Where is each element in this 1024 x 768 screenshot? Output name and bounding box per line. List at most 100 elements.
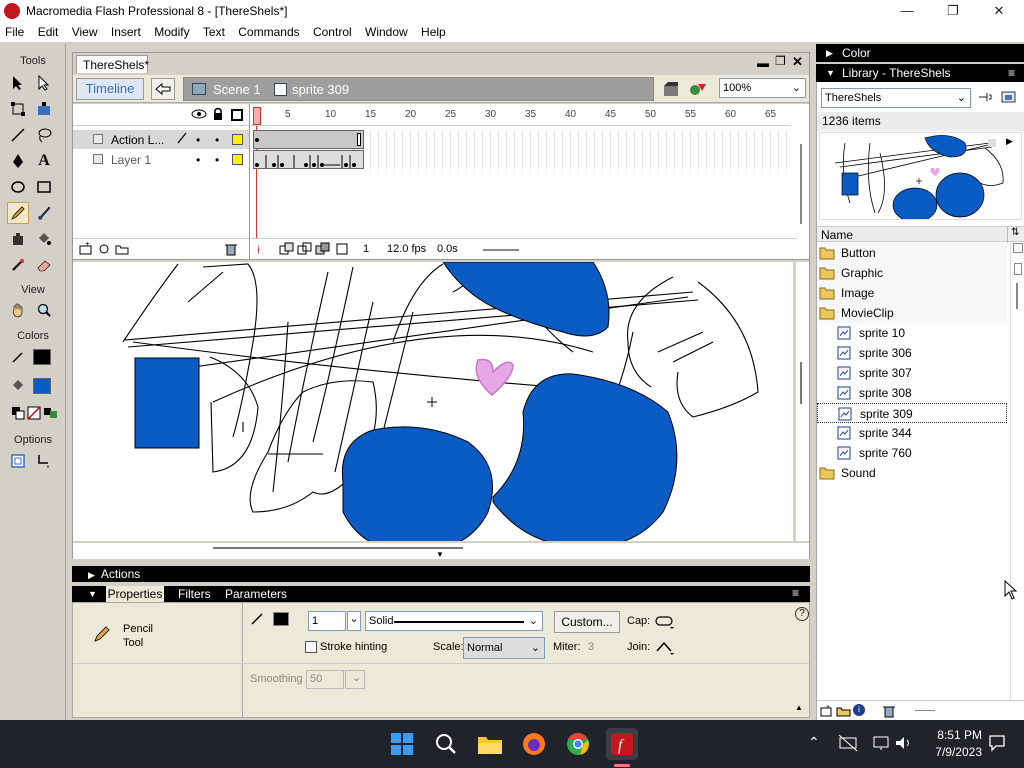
timeline-scrollbar[interactable] (797, 126, 809, 238)
zoom-select[interactable]: 100% ⌄ (719, 78, 806, 98)
chevron-down-icon[interactable]: ▼ (88, 589, 97, 599)
panel-menu-icon[interactable]: ≡ (1008, 64, 1015, 82)
ink-bottle-tool-icon[interactable] (7, 228, 29, 250)
pen-tool-icon[interactable] (7, 150, 29, 172)
library-item[interactable]: sprite 308 (817, 383, 1007, 403)
paint-bucket-tool-icon[interactable] (33, 228, 55, 250)
stroke-style-select[interactable]: Solid ⌄ (365, 611, 543, 631)
layer-outline-color[interactable] (232, 134, 243, 145)
document-tab[interactable]: ThereShels* (76, 55, 149, 73)
insert-layer-icon[interactable]: + (79, 239, 93, 259)
chevron-down-icon[interactable]: ▼ (436, 550, 444, 559)
subselect-tool-icon[interactable] (33, 72, 55, 94)
miter-value[interactable]: 3 (588, 641, 594, 653)
edit-multiple-frames-icon[interactable] (315, 242, 331, 259)
stroke-color-swatch[interactable] (33, 349, 51, 365)
doc-close-icon[interactable]: ✕ (792, 54, 803, 70)
stroke-color-button[interactable] (273, 612, 289, 626)
motion-guide-icon[interactable] (97, 242, 111, 259)
free-transform-tool-icon[interactable] (7, 98, 29, 120)
clock-time[interactable]: 8:51 PM (922, 728, 982, 742)
file-explorer-icon[interactable] (474, 728, 506, 760)
layer-visibility-dot[interactable]: • (196, 153, 200, 167)
edit-scene-icon[interactable] (661, 80, 681, 98)
stage-canvas[interactable] (73, 262, 793, 541)
trash-icon[interactable] (225, 242, 237, 259)
expand-triangle-icon[interactable]: ▲ (795, 703, 803, 712)
back-arrow-icon[interactable] (151, 78, 175, 100)
fill-transform-tool-icon[interactable] (33, 98, 55, 120)
tab-parameters[interactable]: Parameters (225, 587, 287, 601)
network-off-icon[interactable] (838, 734, 858, 755)
layer-lock-dot[interactable]: • (215, 153, 219, 167)
menu-help[interactable]: Help (416, 22, 451, 39)
chevron-up-icon[interactable]: ⌃ (808, 734, 820, 751)
scene-link[interactable]: Scene 1 (213, 82, 261, 97)
brush-tool-icon[interactable] (33, 202, 55, 224)
chrome-icon[interactable] (562, 728, 594, 760)
search-icon[interactable] (430, 728, 462, 760)
pencil-mode-icon[interactable] (33, 450, 55, 472)
symbol-link[interactable]: sprite 309 (292, 82, 349, 97)
tab-properties[interactable]: Properties (106, 586, 164, 602)
start-button-icon[interactable] (386, 728, 418, 760)
eraser-tool-icon[interactable] (33, 254, 55, 276)
layer-row[interactable]: Action L... • • (73, 130, 249, 149)
menu-control[interactable]: Control (308, 22, 357, 39)
sort-order-icon[interactable]: ⇅ (1011, 227, 1019, 238)
firefox-icon[interactable] (518, 728, 550, 760)
properties-icon[interactable]: i (853, 704, 865, 716)
insert-folder-icon[interactable] (115, 242, 129, 259)
play-preview-icon[interactable]: ▶ (1006, 136, 1013, 147)
layer-outline-color[interactable] (232, 154, 243, 165)
doc-restore-icon[interactable]: ❐ (775, 54, 786, 68)
oval-tool-icon[interactable] (7, 176, 29, 198)
new-folder-icon[interactable] (836, 704, 852, 721)
action-frames[interactable] (253, 130, 364, 149)
notifications-icon[interactable] (988, 734, 1006, 755)
library-item[interactable]: sprite 10 (817, 323, 1007, 343)
new-symbol-icon[interactable]: + (820, 704, 834, 721)
menu-text[interactable]: Text (198, 22, 230, 39)
library-document-select[interactable]: ThereShels ⌄ (821, 88, 971, 108)
minimize-button[interactable]: — (884, 0, 930, 22)
horizontal-scroll-thumb[interactable] (483, 249, 519, 251)
onion-skin-icon[interactable] (279, 242, 295, 259)
library-item[interactable]: sprite 309 (817, 403, 1007, 423)
close-button[interactable]: ✕ (976, 0, 1022, 22)
flash-taskbar-icon[interactable]: f (606, 728, 638, 760)
stage-vertical-scrollbar[interactable] (796, 262, 809, 541)
menu-insert[interactable]: Insert (106, 22, 146, 39)
tab-filters[interactable]: Filters (178, 587, 211, 601)
maximize-button[interactable]: ❐ (930, 0, 976, 22)
playhead[interactable] (253, 107, 261, 125)
library-item[interactable]: sprite 306 (817, 343, 1007, 363)
eyedropper-tool-icon[interactable] (7, 254, 29, 276)
library-scrollbar[interactable] (1010, 243, 1024, 703)
library-item[interactable]: sprite 344 (817, 423, 1007, 443)
smoothing-dropdown[interactable]: ⌄ (345, 670, 365, 689)
library-item[interactable]: sprite 760 (817, 443, 1007, 463)
menu-window[interactable]: Window (360, 22, 413, 39)
text-tool-icon[interactable]: A (33, 150, 55, 172)
join-select[interactable] (654, 639, 676, 658)
stroke-width-input[interactable]: 1 (308, 611, 346, 631)
color-panel-header[interactable]: ▶ Color (816, 44, 1024, 62)
layer-visibility-dot[interactable]: • (196, 133, 200, 147)
lock-icon[interactable] (212, 107, 224, 124)
rectangle-tool-icon[interactable] (33, 176, 55, 198)
zoom-tool-icon[interactable] (33, 299, 55, 321)
scale-select[interactable]: Normal ⌄ (463, 637, 545, 659)
center-frame-icon[interactable]: ⍿ (257, 243, 260, 258)
panel-menu-icon[interactable]: ≡ (792, 586, 799, 600)
menu-edit[interactable]: Edit (33, 22, 64, 39)
object-drawing-icon[interactable] (7, 450, 29, 472)
cap-select[interactable] (654, 613, 676, 632)
layer-row[interactable]: Layer 1 • • (73, 150, 249, 169)
line-tool-icon[interactable] (7, 124, 29, 146)
actions-panel-header[interactable]: ▶ Actions (72, 566, 810, 582)
library-item[interactable]: MovieClip (817, 303, 1007, 323)
stroke-hinting-checkbox[interactable] (305, 641, 317, 653)
delete-icon[interactable] (883, 704, 895, 721)
arrow-tool-icon[interactable] (7, 72, 29, 94)
